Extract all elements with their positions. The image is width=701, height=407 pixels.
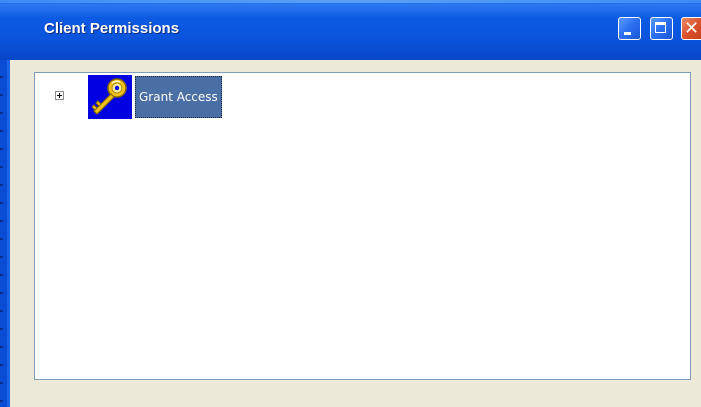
maximize-button[interactable] (650, 17, 673, 40)
expand-icon[interactable] (55, 91, 64, 100)
minimize-icon (624, 32, 631, 35)
permissions-tree[interactable]: Grant Access (34, 72, 691, 380)
maximize-icon (655, 22, 666, 33)
window-left-frame (0, 60, 10, 407)
window-title: Client Permissions (44, 20, 180, 37)
tree-node-label[interactable]: Grant Access (135, 76, 222, 118)
client-area: Grant Access (10, 60, 701, 407)
close-button[interactable]: ✕ (681, 17, 701, 40)
minimize-button[interactable] (618, 17, 641, 40)
close-icon: ✕ (684, 18, 700, 39)
key-icon (88, 75, 132, 119)
title-bar[interactable]: Client Permissions ✕ (0, 0, 701, 60)
client-permissions-window: Client Permissions ✕ Grant Access (0, 0, 701, 407)
